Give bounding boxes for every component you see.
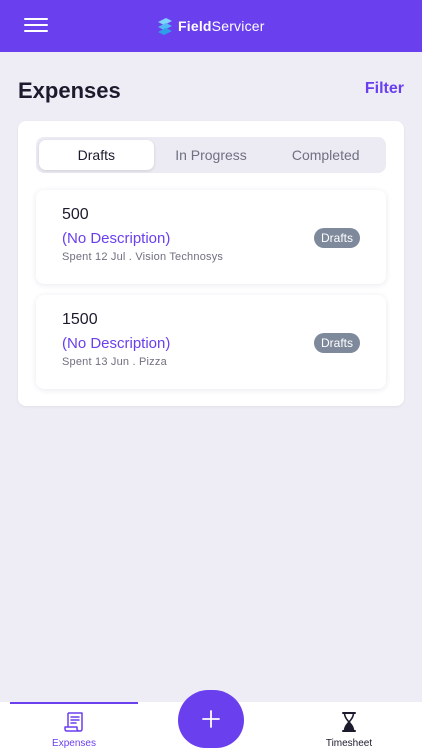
brand-mark-icon [158,18,172,35]
nav-item-timesheet[interactable]: Timesheet [318,710,380,749]
hamburger-menu-icon[interactable] [24,16,48,34]
page-title: Expenses [18,78,121,103]
brand-logo: FieldServicer [156,15,265,37]
status-badge: Drafts [313,228,360,248]
expense-meta: Spent 12 Jul . Vision Technosys [62,251,224,263]
receipt-icon [64,712,83,732]
status-tabs: Drafts In Progress Completed [36,137,386,173]
expense-description: (No Description) [62,230,171,247]
add-expense-button[interactable] [178,690,244,748]
app-header: FieldServicer [0,0,422,52]
expense-description: (No Description) [62,335,171,352]
plus-icon [202,710,220,728]
expense-card[interactable]: 1500 (No Description) Spent 13 Jun . Piz… [36,295,386,389]
active-tab-indicator [10,702,138,704]
nav-label-timesheet: Timesheet [325,738,373,749]
hourglass-icon [342,712,356,732]
nav-label-expenses: Expenses [52,738,96,749]
expense-card[interactable]: 500 (No Description) Spent 12 Jul . Visi… [36,190,386,284]
brand-suffix: Servicer [211,18,265,34]
brand-name: FieldServicer [178,18,265,34]
expenses-panel: Drafts In Progress Completed 500 (No Des… [18,121,404,406]
status-badge: Drafts [313,333,360,353]
nav-item-expenses[interactable]: Expenses [48,710,100,749]
expense-meta: Spent 13 Jun . Pizza [62,356,167,368]
filter-button[interactable]: Filter [365,80,404,98]
expense-amount: 500 [62,206,89,223]
expense-amount: 1500 [62,311,98,328]
brand-prefix: Field [178,18,212,34]
tab-drafts[interactable]: Drafts [39,140,154,170]
tab-completed[interactable]: Completed [268,140,383,170]
tab-in-progress[interactable]: In Progress [154,140,269,170]
